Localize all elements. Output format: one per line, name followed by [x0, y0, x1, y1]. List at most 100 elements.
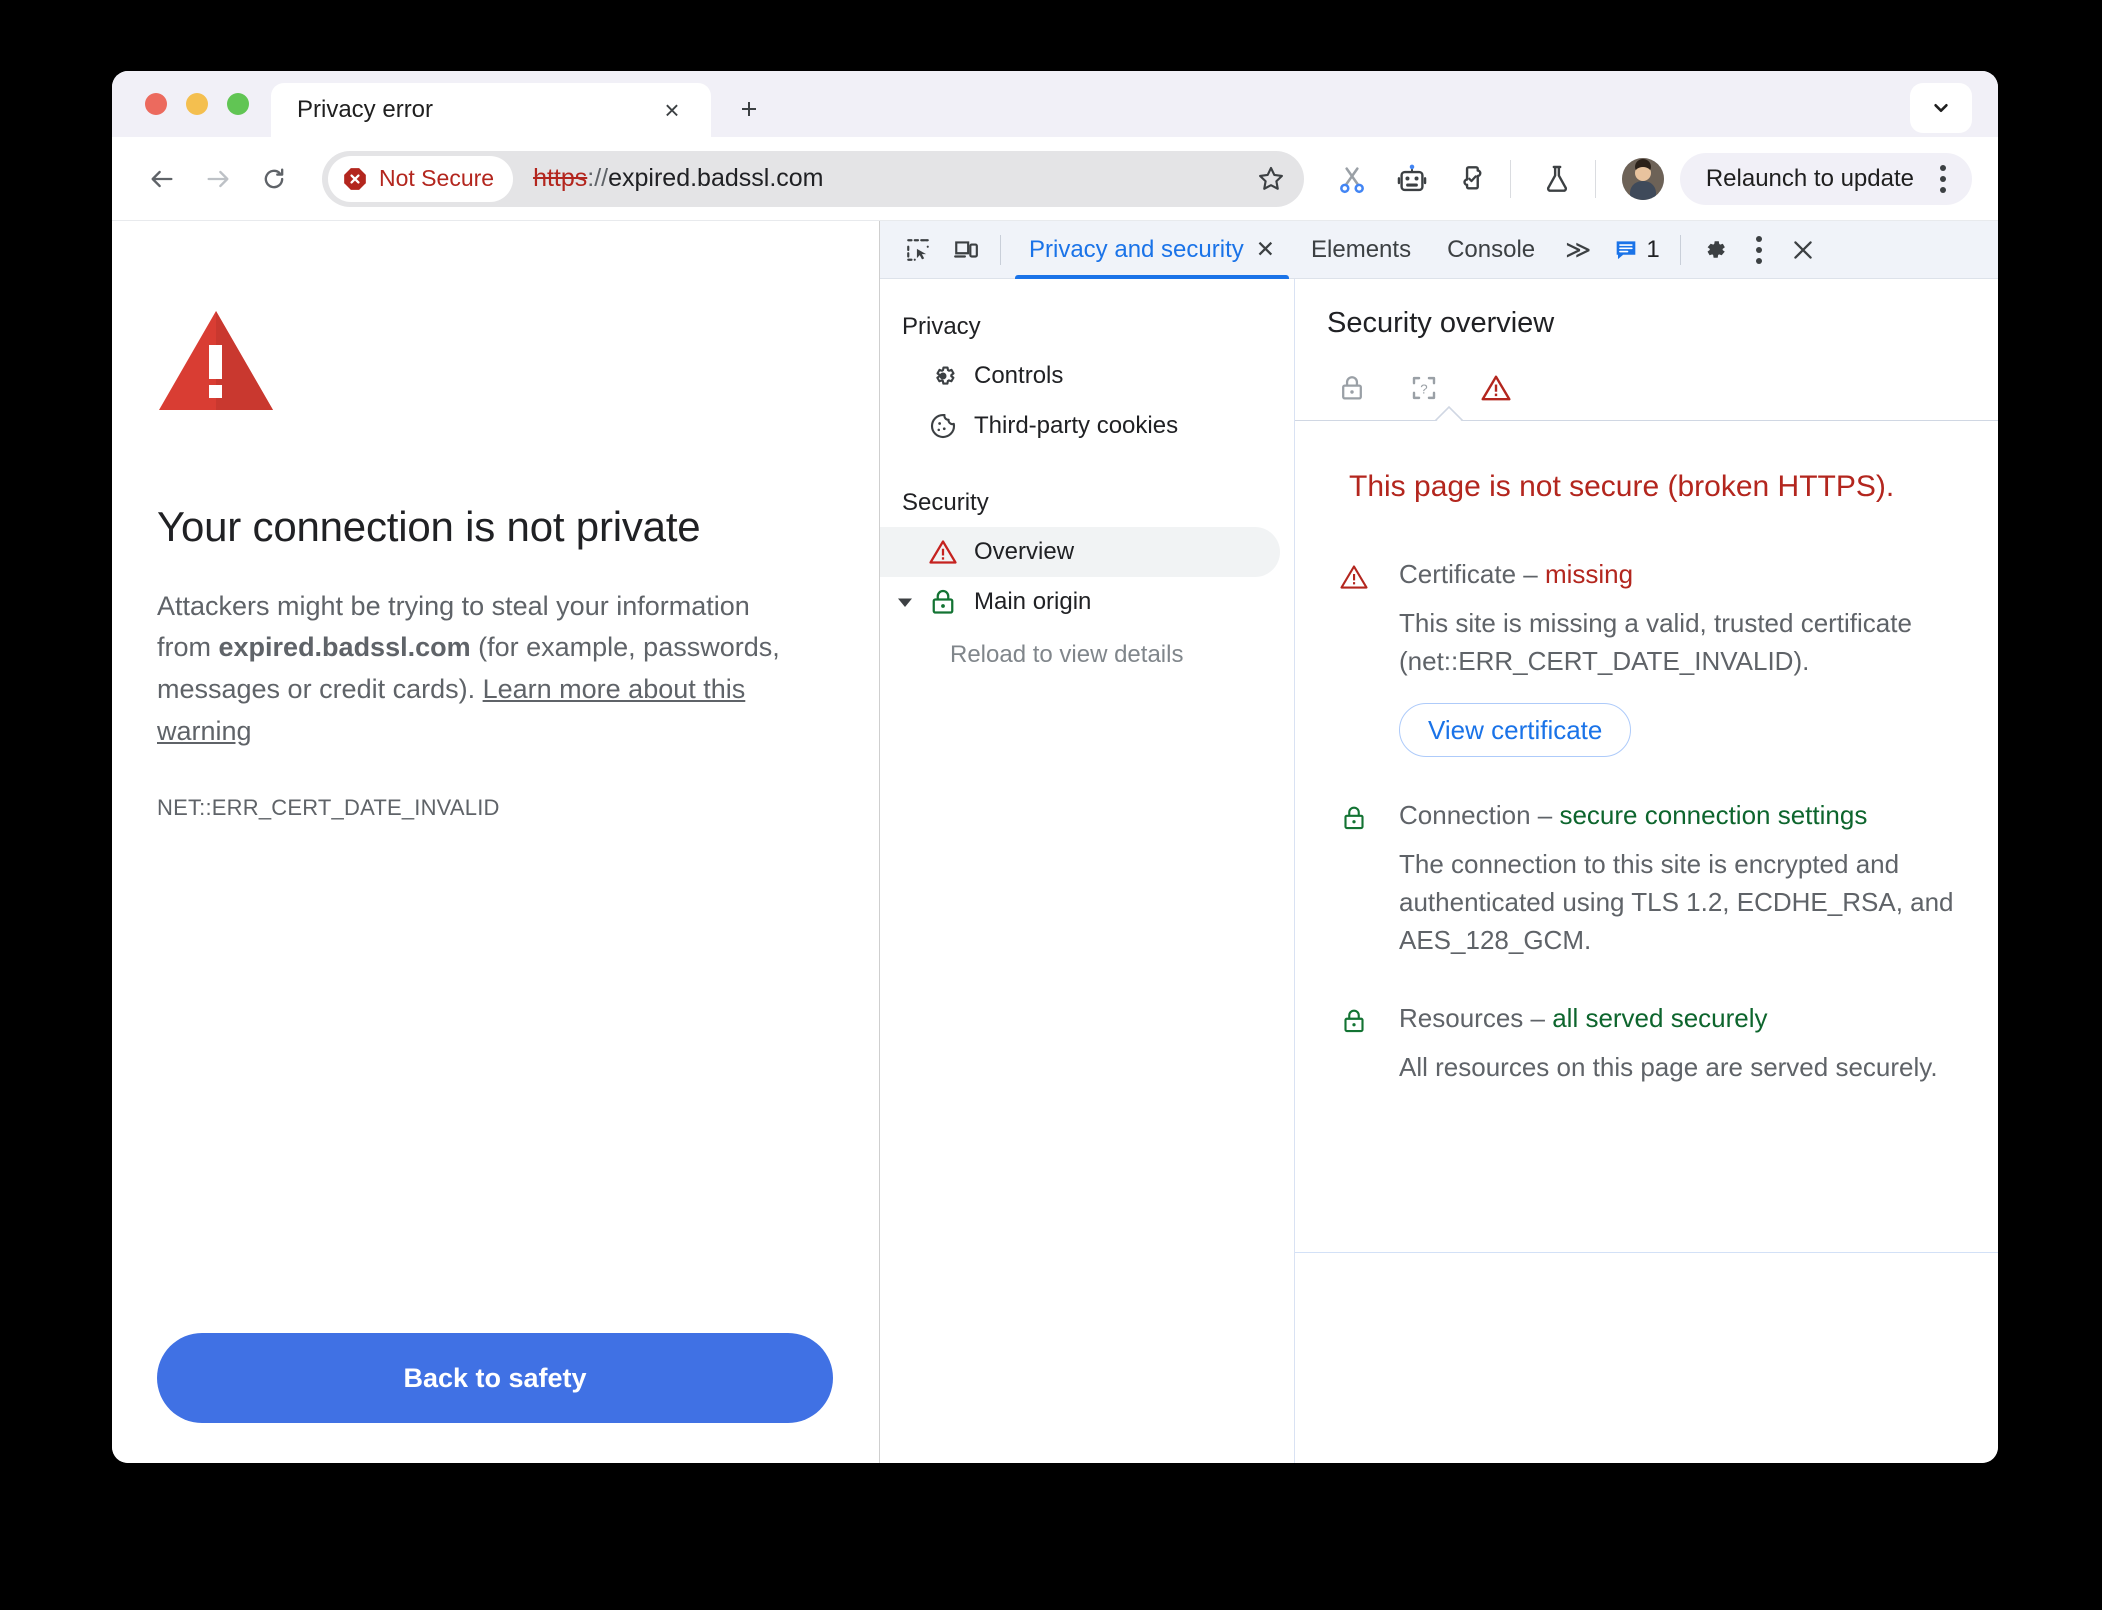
warning-triangle-icon: [1481, 375, 1511, 401]
sidebar-item-third-party-cookies[interactable]: Third-party cookies: [880, 401, 1280, 451]
scissors-button[interactable]: [1326, 153, 1378, 205]
security-row-title: Connection – secure connection settings: [1399, 799, 1954, 833]
inspect-element-icon: [907, 238, 929, 261]
address-bar[interactable]: Not Secure https://expired.badssl.com: [322, 150, 1304, 207]
tab-privacy-and-security[interactable]: Privacy and security ✕: [1011, 221, 1293, 279]
more-tabs-button[interactable]: ≫: [1553, 235, 1603, 265]
minimize-window-button[interactable]: [186, 93, 208, 115]
row-value: missing: [1544, 558, 1634, 589]
flask-icon: [1546, 165, 1567, 192]
devtools-divider-2: [1679, 234, 1681, 265]
relaunch-to-update-button[interactable]: Relaunch to update: [1679, 152, 1972, 205]
site-security-label: Not Secure: [379, 165, 495, 191]
security-row-title: Resources – all served securely: [1399, 1002, 1954, 1036]
security-overview-body: This page is not secure (broken HTTPS).: [1295, 421, 1998, 1234]
warning-triangle-icon: [1339, 558, 1371, 757]
close-tab-icon[interactable]: ✕: [1256, 238, 1275, 261]
experiments-button[interactable]: [1531, 153, 1583, 205]
issues-message-icon: [1616, 240, 1636, 259]
maximize-window-button[interactable]: [227, 93, 249, 115]
sidebar-group-privacy-title: Privacy: [902, 313, 981, 340]
security-state-divider: [1295, 406, 1998, 421]
chevron-down-icon: [1934, 103, 1948, 113]
interstitial-page: Your connection is not private Attackers…: [112, 221, 880, 1463]
tab-elements[interactable]: Elements: [1293, 221, 1429, 279]
close-icon: [1793, 240, 1812, 259]
security-state-unknown[interactable]: ?: [1407, 371, 1441, 405]
security-row-body: Resources – all served securely All reso…: [1399, 1002, 1954, 1087]
sidebar-reload-note: Reload to view details: [950, 641, 1184, 668]
close-devtools-button[interactable]: [1779, 228, 1827, 272]
row-value: all served securely: [1552, 1002, 1768, 1033]
extensions-button[interactable]: [1446, 153, 1498, 205]
browser-tab[interactable]: Privacy error ×: [271, 83, 711, 137]
toolbar-divider-2: [1594, 159, 1596, 198]
page-title: Your connection is not private: [157, 503, 701, 550]
arrow-right-icon: [207, 170, 229, 187]
sidebar-item-main-origin[interactable]: Main origin: [880, 577, 1280, 627]
sidebar-item-controls[interactable]: Controls: [880, 351, 1280, 401]
security-row-body: Connection – secure connection settings …: [1399, 799, 1954, 960]
sidebar-item-label: Main origin: [974, 588, 1092, 615]
reload-button[interactable]: [246, 151, 302, 207]
tab-label: Elements: [1311, 235, 1412, 263]
tab-search-button[interactable]: [1910, 83, 1972, 133]
sidebar-item-label: Third-party cookies: [974, 412, 1179, 439]
forward-button[interactable]: [190, 151, 246, 207]
url-text[interactable]: https://expired.badssl.com: [513, 164, 1246, 193]
gear-icon: [1707, 240, 1725, 258]
close-window-button[interactable]: [145, 93, 167, 115]
back-to-safety-button[interactable]: Back to safety: [157, 1333, 833, 1423]
url-scheme: https: [533, 164, 588, 192]
security-overview-title: Security overview: [1327, 307, 1555, 339]
security-overview-panel: Security overview ? This page is not sec…: [1295, 279, 1998, 1463]
page-description: Attackers might be trying to steal your …: [157, 586, 787, 753]
browser-window: Privacy error × Not Secure https://expir…: [112, 71, 1998, 1463]
security-row-body: Certificate – missing This site is missi…: [1399, 558, 1954, 757]
unknown-brackets-icon: ?: [1412, 376, 1436, 400]
security-state-warning[interactable]: [1479, 371, 1513, 405]
back-button[interactable]: [134, 151, 190, 207]
robot-assistant-button[interactable]: [1386, 153, 1438, 205]
issues-count: 1: [1646, 235, 1660, 263]
tab-strip: Privacy error ×: [112, 71, 1998, 137]
toolbar-divider: [1509, 159, 1511, 198]
reload-icon: [264, 168, 284, 188]
site-security-badge[interactable]: Not Secure: [328, 155, 514, 202]
row-dash: –: [1530, 799, 1560, 830]
desc-host: expired.badssl.com: [218, 632, 471, 663]
sidebar-item-label: Overview: [974, 538, 1075, 565]
toggle-device-toolbar-button[interactable]: [942, 228, 990, 272]
sidebar-item-overview[interactable]: Overview: [880, 527, 1280, 577]
robot-icon: [1397, 164, 1427, 191]
security-row-description: All resources on this page are served se…: [1399, 1052, 1938, 1083]
issues-indicator[interactable]: 1: [1603, 236, 1669, 264]
devtools-settings-button[interactable]: [1691, 228, 1739, 272]
warning-triangle-icon: [159, 311, 273, 410]
row-value: secure connection settings: [1559, 799, 1868, 830]
warning-triangle-icon: [928, 537, 958, 567]
view-certificate-button[interactable]: View certificate: [1399, 702, 1632, 757]
browser-toolbar: Not Secure https://expired.badssl.com Re…: [112, 137, 1998, 221]
profile-photo-icon: [1621, 157, 1664, 200]
security-overview-header: Security overview ?: [1295, 279, 1998, 414]
lock-green-icon: [928, 587, 958, 617]
star-icon: [1258, 166, 1283, 190]
bookmark-button[interactable]: [1246, 154, 1296, 204]
chevron-down-icon[interactable]: [894, 591, 916, 613]
chrome-menu-icon[interactable]: [1928, 162, 1958, 196]
close-tab-icon[interactable]: ×: [655, 93, 689, 127]
devtools-more-options-button[interactable]: [1739, 230, 1779, 270]
inspect-element-button[interactable]: [894, 228, 942, 272]
tab-console[interactable]: Console: [1429, 221, 1553, 279]
security-state-lock[interactable]: [1335, 371, 1369, 405]
avatar[interactable]: [1621, 157, 1664, 200]
new-tab-button[interactable]: [725, 85, 773, 133]
security-row-certificate: Certificate – missing This site is missi…: [1339, 558, 1954, 757]
row-dash: –: [1523, 1002, 1553, 1033]
security-row-resources: Resources – all served securely All reso…: [1339, 1002, 1954, 1087]
svg-text:?: ?: [1420, 382, 1427, 397]
device-toolbar-icon: [954, 240, 978, 258]
row-dash: –: [1516, 558, 1545, 589]
